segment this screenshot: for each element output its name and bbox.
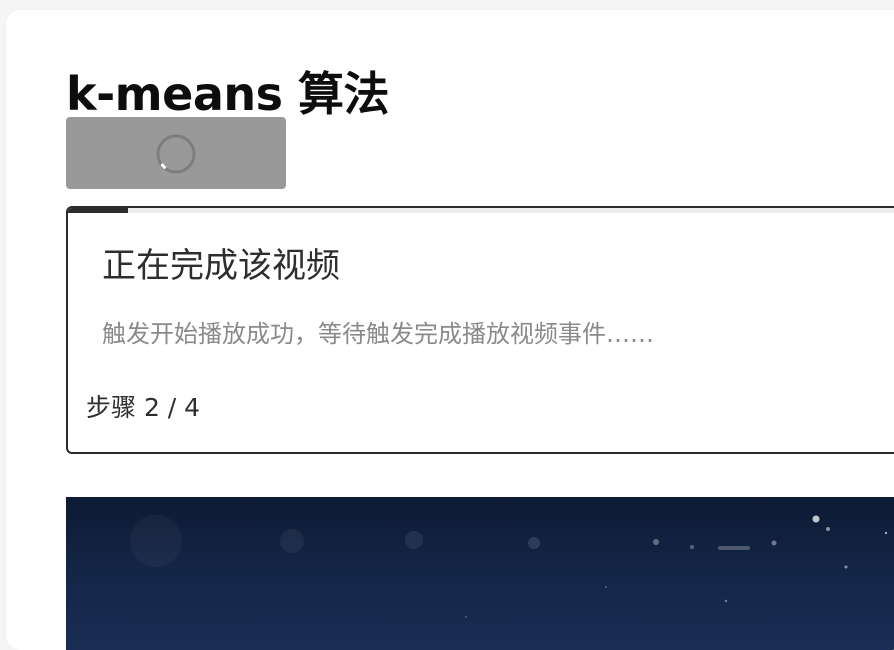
step-panel: 正在完成该视频 触发开始播放成功，等待触发完成播放视频事件…… 步骤 2 / 4 xyxy=(66,206,894,454)
step-title: 正在完成该视频 xyxy=(102,246,340,286)
page-card: k-means 算法 正在完成该视频 触发开始播放成功，等待触发完成播放视频事件… xyxy=(6,10,894,650)
page-title: k-means 算法 xyxy=(66,67,390,121)
video-player[interactable] xyxy=(66,497,894,650)
video-frame xyxy=(130,515,888,618)
spinner-icon xyxy=(155,133,197,175)
step-progress-fill xyxy=(68,208,128,213)
step-description: 触发开始播放成功，等待触发完成播放视频事件…… xyxy=(102,320,654,348)
step-counter: 步骤 2 / 4 xyxy=(86,393,201,422)
loading-button[interactable] xyxy=(66,117,286,189)
step-progress-bar xyxy=(68,208,894,213)
